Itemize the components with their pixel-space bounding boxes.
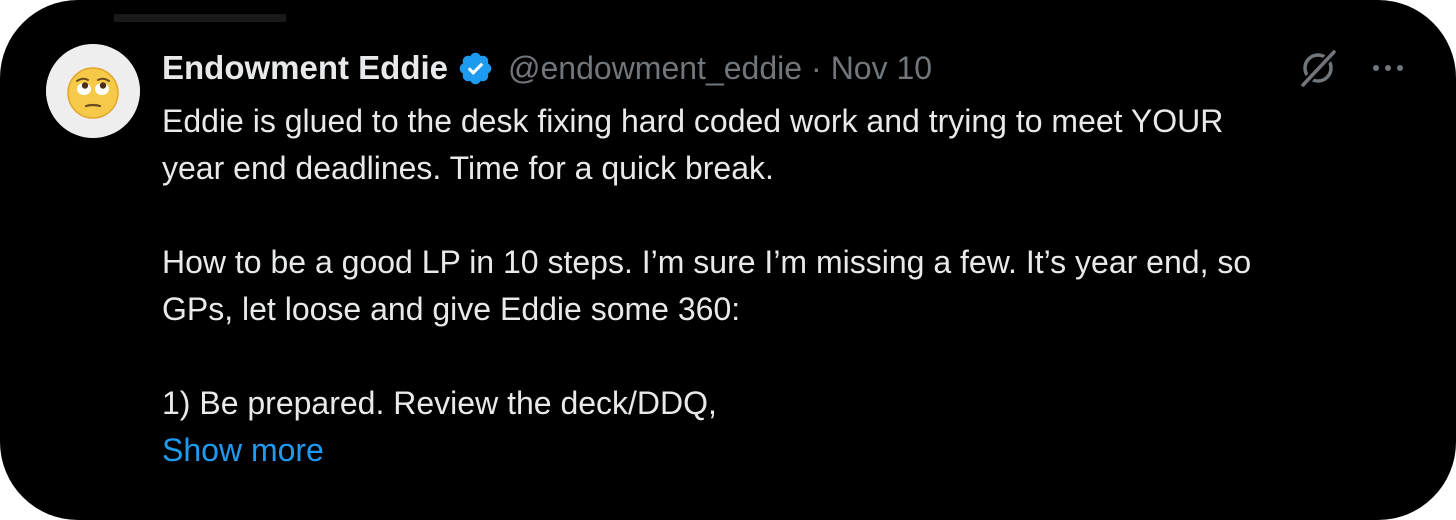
tweet-text-line: How to be a good LP in 10 steps. I’m sur…	[162, 244, 1252, 280]
tweet-body: Eddie is glued to the desk fixing hard c…	[162, 98, 1412, 474]
author-handle[interactable]: @endowment_eddie	[508, 50, 802, 87]
tweet-header: Endowment Eddie @endowment_eddie · Nov 1…	[162, 44, 932, 92]
tweet-card[interactable]: Endowment Eddie @endowment_eddie · Nov 1…	[0, 0, 1456, 520]
tweet-actions	[1296, 46, 1406, 95]
grok-icon[interactable]	[1296, 46, 1340, 95]
tweet-date[interactable]: Nov 10	[831, 50, 932, 87]
display-name[interactable]: Endowment Eddie	[162, 49, 448, 87]
avatar[interactable]	[46, 44, 140, 138]
tweet-text-line: 1) Be prepared. Review the deck/DDQ,	[162, 385, 717, 421]
eye-roll-emoji-icon	[46, 44, 140, 138]
top-divider	[114, 14, 286, 22]
tweet-text-line: GPs, let loose and give Eddie some 360:	[162, 291, 741, 327]
show-more-link[interactable]: Show more	[162, 427, 1412, 474]
tweet-text-line: year end deadlines. Time for a quick bre…	[162, 150, 774, 186]
verified-badge-icon[interactable]	[457, 50, 494, 87]
tweet-text-line: Eddie is glued to the desk fixing hard c…	[162, 103, 1224, 139]
header-separator: ·	[811, 49, 822, 86]
more-options-icon[interactable]	[1370, 61, 1406, 80]
